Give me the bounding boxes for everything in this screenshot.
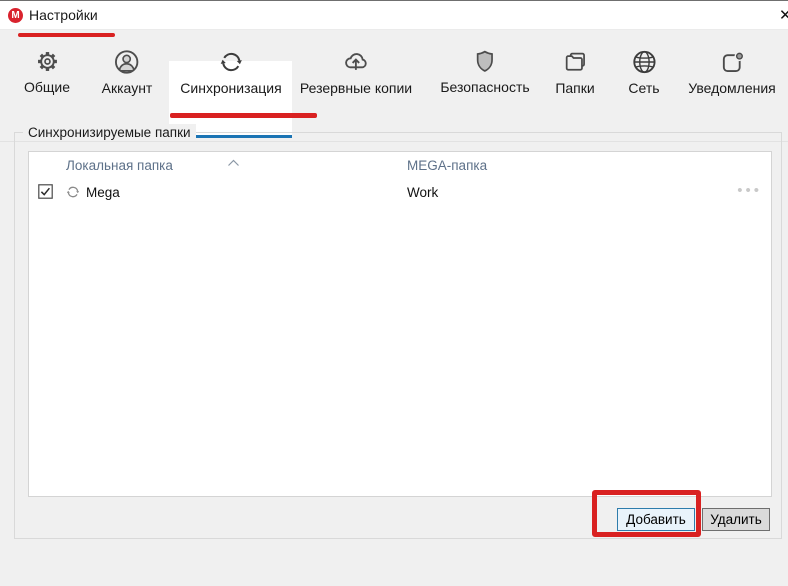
column-header-local-folder[interactable]: Локальная папка — [66, 158, 173, 173]
annotation-box-add-button — [592, 490, 701, 537]
tab-general[interactable]: Общие — [24, 30, 70, 110]
tab-sync[interactable]: Синхронизация — [180, 30, 281, 110]
tab-label: Аккаунт — [102, 80, 153, 96]
shield-icon — [472, 48, 499, 75]
groupbox-title: Синхронизируемые папки — [23, 124, 196, 141]
tab-label: Безопасность — [440, 79, 529, 95]
title-bar: M Настройки ✕ — [0, 1, 788, 30]
row-checkbox[interactable] — [38, 184, 53, 199]
mega-logo-icon: M — [8, 8, 23, 23]
delete-button[interactable]: Удалить — [702, 508, 770, 531]
tab-folders[interactable]: Папки — [555, 30, 594, 110]
row-sync-icon — [65, 184, 81, 200]
window-title: Настройки — [29, 7, 98, 23]
settings-window: M Настройки ✕ Общие — [0, 0, 788, 586]
close-icon[interactable]: ✕ — [779, 6, 788, 26]
tab-label: Синхронизация — [180, 80, 281, 96]
annotation-underline-sync-tab — [170, 113, 317, 118]
account-icon — [113, 48, 141, 76]
folders-icon — [561, 48, 589, 76]
sync-icon — [217, 48, 245, 76]
tab-label: Уведомления — [688, 80, 776, 96]
tab-account[interactable]: Аккаунт — [102, 30, 153, 110]
tab-backups[interactable]: Резервные копии — [300, 30, 412, 110]
cloud-upload-icon — [342, 48, 370, 76]
notification-icon — [718, 48, 746, 76]
row-menu-ellipsis-icon[interactable]: ••• — [737, 182, 762, 199]
tab-label: Резервные копии — [300, 80, 412, 96]
row-local-folder-name: Mega — [86, 185, 120, 200]
tab-label: Папки — [555, 80, 594, 96]
table-row[interactable]: Mega Work ••• — [29, 178, 771, 206]
tab-notifications[interactable]: Уведомления — [688, 30, 776, 110]
sync-folders-table: Локальная папка MEGA-папка — [28, 151, 772, 497]
sync-folders-groupbox: Синхронизируемые папки Локальная папка M… — [14, 132, 782, 539]
globe-icon — [630, 48, 658, 76]
tab-security[interactable]: Безопасность — [440, 30, 529, 110]
column-header-mega-folder[interactable]: MEGA-папка — [407, 158, 487, 173]
tab-bar: Общие Аккаунт Синхрониза — [0, 30, 788, 112]
sort-asc-icon — [227, 159, 240, 167]
tab-network[interactable]: Сеть — [628, 30, 659, 110]
annotation-underline-title — [18, 33, 115, 37]
gear-icon — [33, 48, 60, 75]
tab-label: Общие — [24, 79, 70, 95]
row-mega-folder-name: Work — [407, 185, 438, 200]
tab-label: Сеть — [628, 80, 659, 96]
